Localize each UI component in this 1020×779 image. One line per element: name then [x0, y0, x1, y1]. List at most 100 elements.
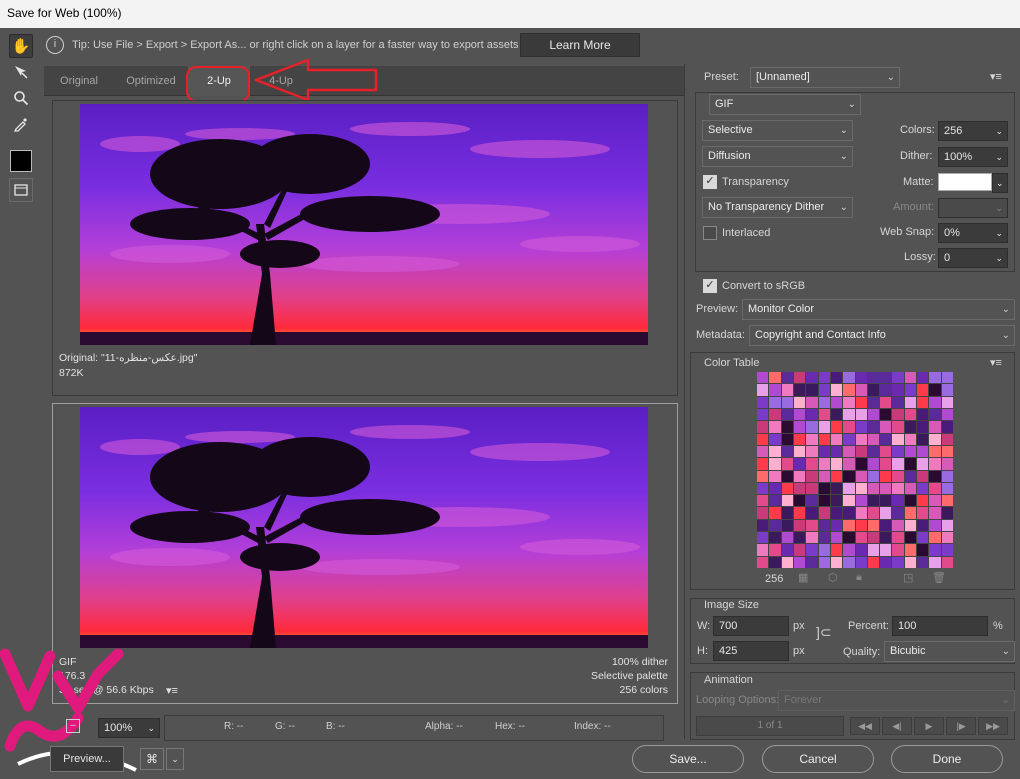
color-swatch[interactable] [917, 532, 929, 544]
color-swatch[interactable] [867, 372, 880, 384]
preview-color-select[interactable]: Monitor Color ⌄ [742, 299, 1015, 320]
color-swatch[interactable] [867, 470, 880, 482]
color-swatch[interactable] [830, 482, 843, 495]
color-swatch[interactable] [867, 421, 880, 433]
color-swatch[interactable] [941, 458, 953, 470]
color-swatch[interactable] [892, 372, 904, 384]
dither-input[interactable]: 100% ⌄ [938, 147, 1008, 167]
matte-color-swatch[interactable] [938, 173, 992, 191]
color-swatch[interactable] [793, 470, 806, 482]
download-time-menu-icon[interactable]: ▾≡ [166, 684, 178, 697]
save-button[interactable]: Save... [632, 745, 744, 773]
color-swatch[interactable] [892, 519, 904, 532]
color-swatch[interactable] [941, 421, 953, 433]
color-swatch[interactable] [855, 408, 867, 421]
color-swatch[interactable] [757, 532, 769, 544]
color-swatch[interactable] [941, 544, 953, 556]
color-swatch[interactable] [818, 396, 830, 408]
quality-select[interactable]: Bicubic ⌄ [884, 641, 1015, 662]
color-swatch[interactable] [892, 384, 904, 396]
color-swatch[interactable] [904, 384, 917, 396]
color-swatch[interactable] [843, 372, 855, 384]
color-swatch[interactable] [806, 544, 818, 556]
color-swatch[interactable] [855, 396, 867, 408]
color-swatch[interactable] [781, 482, 793, 495]
color-swatch[interactable] [867, 482, 880, 495]
color-swatch[interactable] [880, 482, 892, 495]
color-swatch[interactable] [917, 421, 929, 433]
percent-input[interactable]: 100 [892, 616, 988, 636]
color-swatch[interactable] [855, 519, 867, 532]
color-swatch[interactable] [769, 372, 781, 384]
color-swatch[interactable] [855, 458, 867, 470]
color-swatch[interactable] [904, 433, 917, 445]
color-swatch[interactable] [818, 421, 830, 433]
color-swatch[interactable] [941, 532, 953, 544]
color-swatch[interactable] [781, 495, 793, 507]
color-swatch[interactable] [917, 482, 929, 495]
color-swatch[interactable] [867, 544, 880, 556]
color-swatch[interactable] [757, 519, 769, 532]
color-swatch[interactable] [929, 384, 941, 396]
web-snap-input[interactable]: 0% ⌄ [938, 223, 1008, 243]
color-swatch[interactable] [941, 470, 953, 482]
new-color-icon[interactable]: ◳ [903, 571, 913, 584]
color-swatch[interactable] [892, 532, 904, 544]
color-swatch[interactable] [892, 433, 904, 445]
color-swatch[interactable] [880, 445, 892, 458]
color-swatch[interactable] [818, 532, 830, 544]
map-to-transparent-icon[interactable]: ▦ [798, 571, 808, 584]
color-swatch[interactable] [769, 470, 781, 482]
convert-srgb-checkbox[interactable]: ✓ [703, 279, 717, 293]
color-swatch[interactable] [867, 458, 880, 470]
color-swatch[interactable] [892, 507, 904, 519]
color-swatch[interactable] [769, 556, 781, 568]
color-swatch[interactable] [917, 384, 929, 396]
transparency-dither-select[interactable]: No Transparency Dither ⌄ [702, 197, 853, 218]
color-swatch[interactable] [941, 482, 953, 495]
color-swatch[interactable] [781, 421, 793, 433]
color-swatch[interactable] [769, 433, 781, 445]
color-swatch[interactable] [843, 507, 855, 519]
constrain-link-icon[interactable]: ]⊂ [816, 624, 832, 641]
color-swatch[interactable] [757, 507, 769, 519]
metadata-select[interactable]: Copyright and Contact Info ⌄ [749, 325, 1015, 346]
color-swatch[interactable] [843, 532, 855, 544]
color-swatch[interactable] [793, 458, 806, 470]
color-swatch[interactable] [830, 458, 843, 470]
color-swatch[interactable] [757, 384, 769, 396]
color-table-grid[interactable] [757, 372, 953, 568]
color-swatch[interactable] [818, 556, 830, 568]
file-format-select[interactable]: GIF ⌄ [709, 94, 861, 115]
color-swatch[interactable] [830, 470, 843, 482]
color-swatch[interactable] [929, 408, 941, 421]
color-swatch[interactable] [917, 470, 929, 482]
color-swatch[interactable] [818, 482, 830, 495]
color-swatch[interactable] [769, 384, 781, 396]
color-swatch[interactable] [830, 421, 843, 433]
color-swatch[interactable] [904, 396, 917, 408]
color-swatch[interactable] [769, 544, 781, 556]
color-swatch[interactable] [830, 532, 843, 544]
color-swatch[interactable] [855, 372, 867, 384]
color-swatch[interactable] [929, 482, 941, 495]
color-swatch[interactable] [904, 470, 917, 482]
color-swatch[interactable] [830, 396, 843, 408]
tab-optimized[interactable]: Optimized [114, 66, 188, 96]
color-swatch[interactable] [904, 519, 917, 532]
tab-original[interactable]: Original [44, 66, 114, 96]
color-swatch[interactable] [892, 544, 904, 556]
color-swatch[interactable] [806, 519, 818, 532]
color-swatch[interactable] [941, 507, 953, 519]
color-swatch[interactable] [867, 532, 880, 544]
done-button[interactable]: Done [891, 745, 1003, 773]
color-swatch[interactable] [806, 482, 818, 495]
color-swatch[interactable] [806, 507, 818, 519]
color-swatch[interactable] [830, 384, 843, 396]
color-swatch[interactable] [929, 519, 941, 532]
color-swatch[interactable] [941, 556, 953, 568]
color-swatch[interactable] [904, 507, 917, 519]
color-swatch[interactable] [929, 445, 941, 458]
color-swatch[interactable] [793, 495, 806, 507]
color-swatch[interactable] [757, 445, 769, 458]
